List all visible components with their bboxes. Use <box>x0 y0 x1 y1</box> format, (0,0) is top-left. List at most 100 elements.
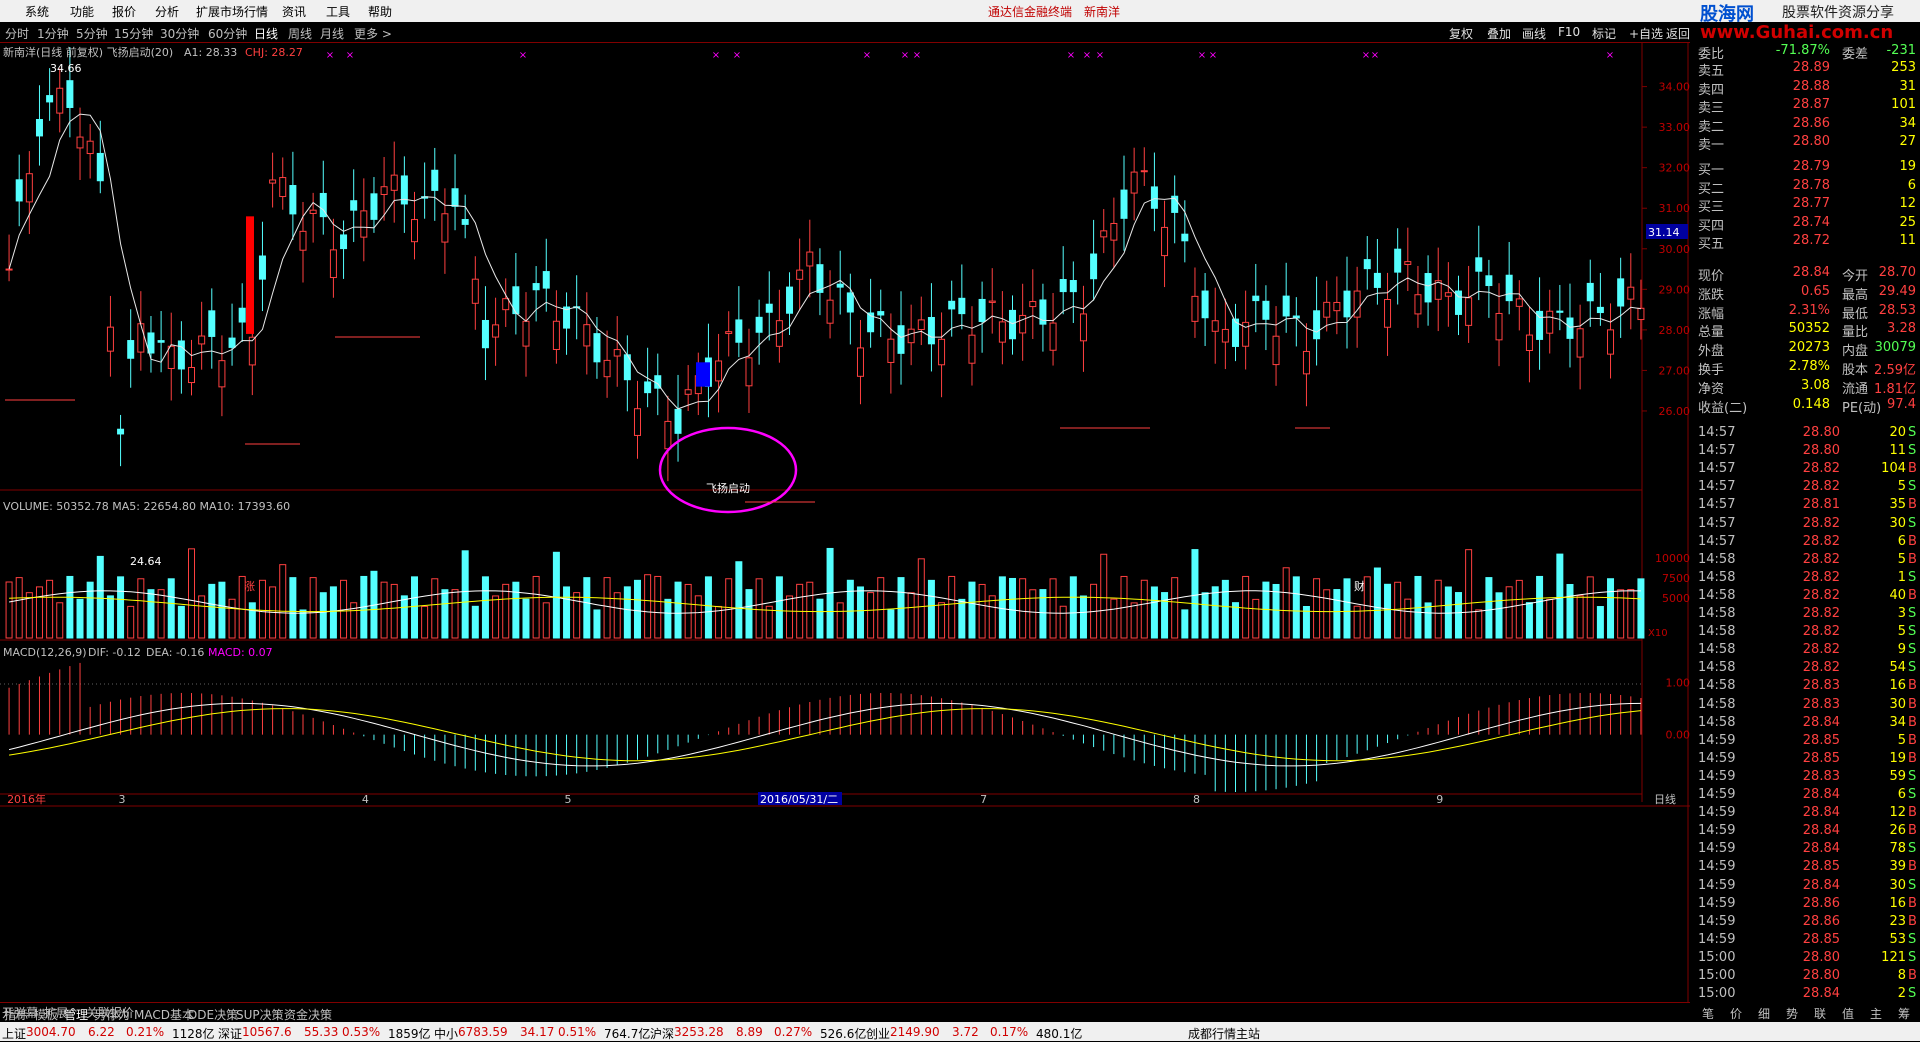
quote-tab-0[interactable]: 笔 <box>1702 1005 1714 1022</box>
indicator-tab-4[interactable]: MACD基本 <box>134 1006 194 1023</box>
volume-bar-151 <box>1536 575 1544 639</box>
volume-bar-54 <box>552 551 560 639</box>
volume-bar-103 <box>1049 578 1057 639</box>
period-8[interactable]: 月线 <box>320 25 344 42</box>
menu-item-7[interactable]: 帮助 <box>368 3 392 20</box>
tick-row-19-0: 14:59 <box>1698 768 1736 784</box>
candle-body-152 <box>1546 310 1554 334</box>
toolbar-6[interactable]: 返回 <box>1666 25 1690 42</box>
period-0[interactable]: 分时 <box>5 25 29 42</box>
tick-row-15-3: B <box>1908 696 1917 712</box>
stat-row-4-1: 20273 <box>1788 340 1830 356</box>
volume-bar-142 <box>1444 586 1452 639</box>
toolbar-5[interactable]: +自选 <box>1629 25 1663 42</box>
candle-body-40 <box>411 219 418 243</box>
tick-row-7-2: 5 <box>1897 551 1906 567</box>
menu-item-2[interactable]: 报价 <box>112 3 136 20</box>
indicator-tab-5[interactable]: DDE决策 <box>188 1006 238 1023</box>
menu-item-6[interactable]: 工具 <box>326 3 350 20</box>
date-axis-label-6: 8 <box>1193 793 1200 806</box>
menu-item-0[interactable]: 系统 <box>25 3 49 20</box>
menu-item-1[interactable]: 功能 <box>70 3 94 20</box>
tick-row-30-0: 15:00 <box>1698 968 1736 983</box>
top-mark-8: × <box>1067 50 1075 61</box>
buy-row-4-2: 11 <box>1899 233 1916 249</box>
volume-bar-43 <box>441 589 449 639</box>
quote-tab-4[interactable]: 联 <box>1814 1005 1826 1022</box>
candle-body-146 <box>1485 275 1493 287</box>
volume-bar-114 <box>1161 592 1169 639</box>
volume-tick-label-1: 7500 <box>1662 572 1690 585</box>
candle-body-33 <box>340 234 348 250</box>
volume-bar-5 <box>56 602 64 639</box>
bottom-tab2-2[interactable]: 关联报价 <box>86 1004 134 1021</box>
period-5[interactable]: 60分钟 <box>208 25 247 42</box>
tick-row-8-3: S <box>1908 569 1917 585</box>
status-name-1: 深证 <box>218 1027 243 1041</box>
volume-bar-65 <box>664 598 672 639</box>
period-3[interactable]: 15分钟 <box>114 25 153 42</box>
bottom-tab2-0[interactable]: 开弹幕 <box>2 1004 38 1021</box>
price-tick-label-4: 30.00 <box>1659 243 1691 256</box>
quote-tab-1[interactable]: 价 <box>1730 1005 1742 1022</box>
volume-bar-41 <box>421 605 429 639</box>
tick-row-3-1: 28.82 <box>1802 479 1840 495</box>
menu-item-3[interactable]: 分析 <box>155 3 179 20</box>
quote-tab-2[interactable]: 细 <box>1758 1005 1770 1022</box>
period-9[interactable]: 更多 > <box>354 25 392 42</box>
brand-url[interactable]: www.Guhai.com.cn <box>1700 22 1893 43</box>
toolbar-0[interactable]: 复权 <box>1449 25 1473 42</box>
indicator-tab-bar: 指标 模板 管理 另存为 MACD基本 DDE决策 SUP决策 资金决策 <box>0 1002 1690 1023</box>
candle-body-21 <box>218 360 226 388</box>
toolbar-2[interactable]: 画线 <box>1522 25 1546 42</box>
toolbar-4[interactable]: 标记 <box>1592 25 1616 42</box>
stat-row-2-3: 28.53 <box>1878 302 1916 318</box>
toolbar-1[interactable]: 叠加 <box>1487 25 1511 42</box>
top-mark-6: × <box>901 50 909 61</box>
indicator-tab-6[interactable]: SUP决策 <box>236 1006 284 1023</box>
candle-body-37 <box>380 186 388 195</box>
tick-row-25-1: 28.84 <box>1802 877 1840 893</box>
volume-bar-140 <box>1424 602 1432 639</box>
volume-bar-25 <box>258 579 266 639</box>
stat-row-5-0: 换手 <box>1698 363 1725 378</box>
tick-row-21-2: 12 <box>1889 805 1906 821</box>
volume-bar-126 <box>1282 567 1290 639</box>
stat-row-3-3: 3.28 <box>1887 321 1916 337</box>
period-7[interactable]: 周线 <box>288 25 312 42</box>
tick-row-2-1: 28.82 <box>1802 461 1840 477</box>
volume-bar-150 <box>1525 602 1533 639</box>
quote-tab-5[interactable]: 值 <box>1842 1005 1854 1022</box>
period-4[interactable]: 30分钟 <box>160 25 199 42</box>
top-mark-4: × <box>733 50 741 61</box>
stat-row-3-0: 总量 <box>1698 325 1725 341</box>
period-1[interactable]: 1分钟 <box>37 25 69 42</box>
menu-item-5[interactable]: 资讯 <box>282 3 306 20</box>
indicator-tab-7[interactable]: 资金决策 <box>284 1006 332 1023</box>
status-site: 成都行情主站 <box>1188 1027 1261 1041</box>
tick-row-0-3: S <box>1908 425 1917 440</box>
price-tick-label-6: 28.00 <box>1659 324 1691 337</box>
quote-tab-6[interactable]: 主 <box>1870 1005 1882 1022</box>
quote-tab-3[interactable]: 势 <box>1786 1005 1798 1022</box>
period-6[interactable]: 日线 <box>254 25 278 42</box>
period-2[interactable]: 5分钟 <box>76 25 108 42</box>
toolbar-3[interactable]: F10 <box>1558 25 1580 39</box>
status-value-4: 2149.90 <box>890 1025 940 1039</box>
volume-bar-72 <box>735 561 743 639</box>
candle-body-86 <box>877 311 885 316</box>
kline-chart[interactable]: 34.0033.0032.0031.0030.0029.0028.0027.00… <box>0 42 1690 1002</box>
quote-tab-7[interactable]: 筹 <box>1898 1005 1910 1022</box>
bottom-tab2-1[interactable]: 扩展^ <box>44 1004 78 1021</box>
menu-item-4[interactable]: 扩展市场行情 <box>196 3 268 20</box>
stat-row-1-1: 0.65 <box>1801 283 1830 299</box>
tick-row-1-3: S <box>1908 443 1917 459</box>
candle-body-129 <box>1313 310 1321 340</box>
volume-bar-14 <box>147 589 155 639</box>
sell-row-2-1: 28.87 <box>1792 97 1830 113</box>
volume-bar-24 <box>248 602 256 639</box>
status-change-2: 34.17 <box>520 1025 555 1039</box>
candle-body-82 <box>836 283 844 288</box>
volume-bar-40 <box>411 576 418 639</box>
volume-bar-125 <box>1272 583 1280 639</box>
